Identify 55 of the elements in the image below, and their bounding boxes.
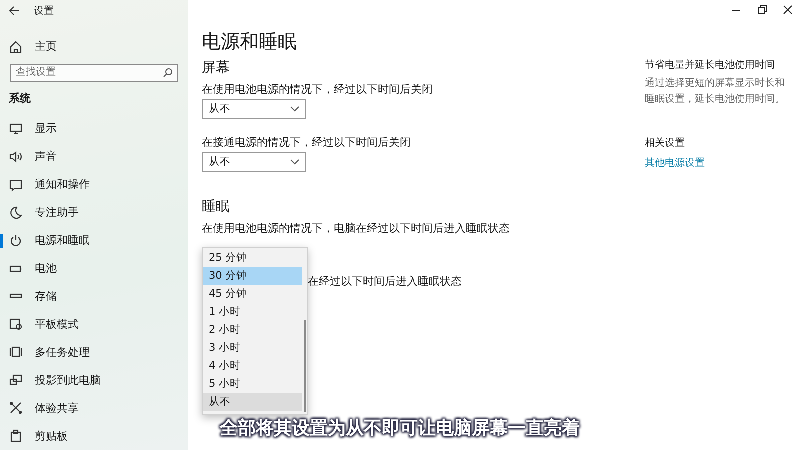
setting-label: 在使用电池电源的情况下，电脑在经过以下时间后进入睡眠状态 bbox=[202, 222, 510, 235]
power-settings-link[interactable]: 其他电源设置 bbox=[645, 156, 705, 170]
menu-option[interactable]: 5 小时 bbox=[203, 375, 302, 393]
nav-item[interactable]: 投影到此电脑 bbox=[0, 366, 188, 394]
section-heading: 屏幕 bbox=[202, 60, 230, 77]
power-icon bbox=[9, 234, 23, 248]
section-heading: 系统 bbox=[8, 90, 32, 107]
menu-option[interactable]: 30 分钟 bbox=[203, 267, 302, 285]
clipboard-icon bbox=[9, 429, 23, 444]
nav-item[interactable]: 多任务处理 bbox=[0, 338, 188, 366]
share-icon bbox=[9, 401, 23, 416]
search-icon bbox=[163, 68, 173, 78]
page-title: 电源和睡眠 bbox=[202, 30, 297, 54]
monitor-icon bbox=[9, 122, 23, 136]
home-link[interactable]: 主页 bbox=[0, 32, 188, 61]
dropdown[interactable]: 从不 bbox=[202, 152, 306, 172]
setting-label: 在接通电源的情况下，经过以下时间后关闭 bbox=[202, 136, 411, 149]
nav-item[interactable]: 专注助手 bbox=[0, 198, 188, 227]
nav-item[interactable]: 体验共享 bbox=[0, 394, 188, 422]
projector-icon bbox=[9, 373, 23, 388]
search-field[interactable]: 查找设置 bbox=[10, 64, 178, 82]
nav-item[interactable]: 剪贴板 bbox=[0, 422, 188, 450]
menu-option[interactable]: 2 小时 bbox=[203, 321, 302, 339]
nav-item[interactable]: 声音 bbox=[0, 142, 188, 171]
nav-item[interactable]: 通知和操作 bbox=[0, 170, 188, 199]
chevron-down-icon bbox=[290, 106, 300, 112]
tablet-icon bbox=[9, 317, 23, 332]
multitask-icon bbox=[9, 345, 23, 360]
back-arrow-icon[interactable] bbox=[8, 4, 20, 17]
chevron-down-icon bbox=[290, 159, 300, 165]
window-title: 设置 bbox=[34, 4, 54, 18]
message-icon bbox=[9, 178, 23, 192]
scrollbar-thumb[interactable] bbox=[304, 320, 306, 412]
aside-description: 通过选择更短的屏幕显示时长和睡眠设置，延长电池使用时间。 bbox=[645, 76, 786, 107]
home-icon bbox=[9, 40, 23, 54]
setting-label: 在经过以下时间后进入睡眠状态 bbox=[308, 275, 462, 288]
setting-label: 在使用电池电源的情况下，经过以下时间后关闭 bbox=[202, 83, 433, 96]
menu-option[interactable]: 25 分钟 bbox=[203, 249, 302, 267]
nav-item[interactable]: 存储 bbox=[0, 282, 188, 310]
moon-icon bbox=[9, 206, 23, 220]
nav-item[interactable]: 电源和睡眠 bbox=[0, 226, 188, 255]
nav-item[interactable]: 平板模式 bbox=[0, 310, 188, 338]
speaker-icon bbox=[9, 150, 23, 164]
nav-item[interactable]: 显示 bbox=[0, 114, 188, 143]
nav-item[interactable]: 电池 bbox=[0, 254, 188, 282]
aside-heading: 相关设置 bbox=[645, 136, 685, 150]
menu-option[interactable]: 1 小时 bbox=[203, 303, 302, 321]
menu-option[interactable]: 3 小时 bbox=[203, 339, 302, 357]
video-caption: 全部将其设置为从不即可让电脑屏幕一直亮着 bbox=[220, 418, 580, 440]
menu-option[interactable]: 从不 bbox=[203, 393, 302, 411]
menu-option[interactable]: 45 分钟 bbox=[203, 285, 302, 303]
aside-heading: 节省电量并延长电池使用时间 bbox=[645, 58, 775, 72]
menu-option[interactable]: 4 小时 bbox=[203, 357, 302, 375]
dropdown[interactable]: 从不 bbox=[202, 99, 306, 119]
section-heading: 睡眠 bbox=[202, 199, 230, 216]
